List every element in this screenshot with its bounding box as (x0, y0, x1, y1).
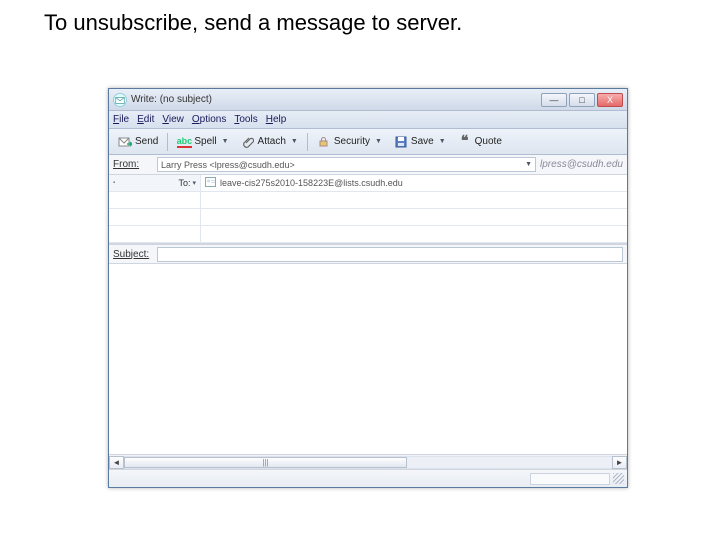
subject-input[interactable] (157, 247, 623, 262)
paperclip-icon (241, 135, 255, 149)
recipient-row: ▪ To: ▾ leave-cis275s2010-158223E@lists.… (109, 175, 627, 192)
quote-label: Quote (475, 136, 502, 147)
spell-label: Spell (194, 136, 216, 147)
save-button[interactable]: Save ▼ (389, 132, 451, 152)
menu-tools[interactable]: Tools (234, 114, 257, 125)
from-value: Larry Press <lpress@csudh.edu> (161, 158, 295, 172)
menu-options[interactable]: Options (192, 114, 226, 125)
subject-row: Subject: (109, 244, 627, 264)
recipient-type-label: To: (178, 178, 190, 188)
chevron-down-icon: ▼ (291, 138, 298, 145)
chevron-down-icon: ▼ (525, 158, 532, 172)
window-controls: — □ X (539, 93, 623, 107)
from-label: From: (113, 159, 157, 170)
security-label: Security (334, 136, 370, 147)
statusbar (109, 469, 627, 487)
envelope-send-icon (118, 135, 132, 149)
menu-view[interactable]: View (162, 114, 184, 125)
menu-help[interactable]: Help (266, 114, 287, 125)
from-row: From: Larry Press <lpress@csudh.edu> ▼ l… (109, 155, 627, 175)
horizontal-scrollbar[interactable]: ◄ ||| ► (109, 454, 627, 469)
chevron-down-icon: ▼ (375, 138, 382, 145)
recipient-address: leave-cis275s2010-158223E@lists.csudh.ed… (220, 178, 403, 188)
lock-icon (317, 135, 331, 149)
toolbar: Send Spell ▼ Attach ▼ Security ▼ (109, 129, 627, 155)
toolbar-separator (167, 133, 168, 151)
subject-label: Subject: (113, 249, 157, 260)
scroll-left-arrow[interactable]: ◄ (109, 456, 124, 469)
security-button[interactable]: Security ▼ (312, 132, 387, 152)
recipient-row-empty[interactable] (109, 192, 627, 209)
spell-button[interactable]: Spell ▼ (172, 132, 233, 152)
scroll-right-arrow[interactable]: ► (612, 456, 627, 469)
compose-window: Write: (no subject) — □ X File Edit View… (108, 88, 628, 488)
minimize-button[interactable]: — (541, 93, 567, 107)
recipient-row-empty[interactable] (109, 226, 627, 243)
app-icon (113, 93, 127, 107)
from-identity: lpress@csudh.edu (540, 159, 623, 170)
chevron-down-icon: ▼ (439, 138, 446, 145)
recipient-type-dropdown[interactable]: ▪ To: ▾ (109, 175, 201, 191)
floppy-disk-icon (394, 135, 408, 149)
attach-label: Attach (258, 136, 286, 147)
send-button[interactable]: Send (113, 132, 163, 152)
message-body[interactable] (109, 264, 627, 454)
toolbar-separator (307, 133, 308, 151)
menu-edit[interactable]: Edit (137, 114, 154, 125)
status-pane (530, 473, 610, 485)
chevron-down-icon: ▼ (222, 138, 229, 145)
save-label: Save (411, 136, 434, 147)
quote-icon: ❝ (458, 135, 472, 149)
scroll-thumb[interactable]: ||| (124, 457, 407, 468)
recipient-row-empty[interactable] (109, 209, 627, 226)
maximize-button[interactable]: □ (569, 93, 595, 107)
close-button[interactable]: X (597, 93, 623, 107)
resize-grip-icon[interactable] (613, 473, 624, 484)
titlebar[interactable]: Write: (no subject) — □ X (109, 89, 627, 111)
scroll-track[interactable]: ||| (124, 456, 612, 469)
menubar: File Edit View Options Tools Help (109, 111, 627, 129)
attach-button[interactable]: Attach ▼ (236, 132, 303, 152)
contact-card-icon (205, 177, 216, 189)
recipients-grid: ▪ To: ▾ leave-cis275s2010-158223E@lists.… (109, 175, 627, 244)
quote-button[interactable]: ❝ Quote (453, 132, 507, 152)
recipient-address-cell[interactable]: leave-cis275s2010-158223E@lists.csudh.ed… (201, 175, 627, 191)
from-dropdown[interactable]: Larry Press <lpress@csudh.edu> ▼ (157, 157, 536, 172)
row-handle-icon: ▪ (113, 180, 115, 186)
menu-file[interactable]: File (113, 114, 129, 125)
spellcheck-icon (177, 135, 191, 149)
chevron-down-icon: ▾ (192, 179, 196, 187)
page-caption: To unsubscribe, send a message to server… (0, 0, 720, 36)
window-title: Write: (no subject) (131, 94, 539, 105)
send-label: Send (135, 136, 158, 147)
